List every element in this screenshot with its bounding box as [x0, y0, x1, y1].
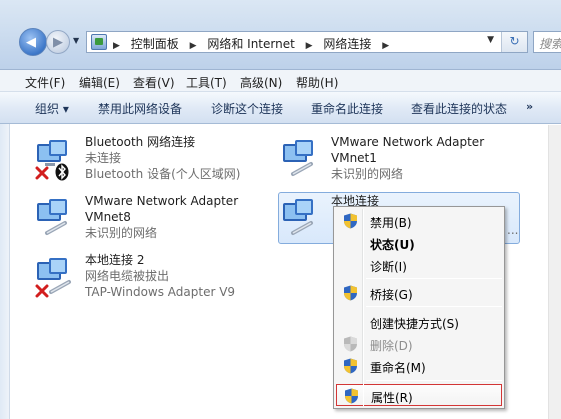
back-arrow-icon: ◀: [26, 35, 36, 50]
connection-item-vmnet8[interactable]: VMware Network Adapter VMnet8 未识别的网络: [33, 193, 283, 245]
refresh-icon: ↻: [509, 34, 520, 48]
menu-item-create-shortcut[interactable]: 创建快捷方式(S): [336, 311, 502, 333]
connection-item-bluetooth[interactable]: Bluetooth 网络连接 未连接 Bluetooth 设备(个人区域网): [33, 134, 283, 186]
explorer-header: ◀ ▶ ▼ ▶ 控制面板 ▶ 网络和 Internet ▶ 网络连接 ▶ ▼ ↻…: [0, 0, 561, 70]
connection-status: 未识别的网络: [85, 226, 158, 240]
more-commands-chevron-icon[interactable]: »: [526, 100, 533, 113]
menu-item-label: 诊断(I): [370, 260, 407, 274]
connection-item-local-area-connection-2[interactable]: 本地连接 2 网络电缆被拔出 TAP-Windows Adapter V9: [33, 252, 283, 304]
connection-text: 本地连接 2 网络电缆被拔出 TAP-Windows Adapter V9: [85, 252, 235, 300]
connection-status: 未识别的网络: [331, 167, 404, 181]
menu-item-label: 重命名(M): [370, 361, 426, 375]
recent-pages-dropdown-icon[interactable]: ▼: [73, 36, 79, 45]
menu-item-rename[interactable]: 重命名(M): [336, 355, 502, 377]
network-adapter-icon: [37, 199, 67, 235]
view-status-button[interactable]: 查看此连接的状态: [411, 100, 507, 117]
menu-item-disable[interactable]: 禁用(B): [336, 210, 502, 232]
connection-name-line2: VMnet8: [85, 210, 131, 224]
menu-item-label: 禁用(B): [370, 216, 412, 230]
breadcrumb-separator-icon[interactable]: ▶: [183, 41, 204, 51]
forward-arrow-icon: ▶: [53, 35, 63, 50]
uac-shield-icon: [344, 213, 357, 229]
connection-status: 未连接: [85, 151, 122, 165]
connection-item-vmnet1[interactable]: VMware Network Adapter VMnet1 未识别的网络: [279, 134, 519, 186]
address-bar[interactable]: ▶ 控制面板 ▶ 网络和 Internet ▶ 网络连接 ▶ ▼ ↻: [86, 31, 528, 53]
menu-edit[interactable]: 编辑(E): [79, 74, 120, 91]
uac-shield-icon: [344, 358, 357, 374]
menu-item-delete[interactable]: 删除(D): [336, 333, 502, 355]
disconnected-x-icon: [35, 284, 49, 298]
breadcrumb: ▶ 控制面板 ▶ 网络和 Internet ▶ 网络连接 ▶: [113, 35, 396, 52]
menu-help[interactable]: 帮助(H): [296, 74, 338, 91]
menu-item-status[interactable]: 状态(U): [336, 232, 502, 254]
navigation-pane-edge: [0, 124, 10, 419]
uac-shield-icon: [345, 388, 358, 404]
connection-device-truncated: ...: [507, 223, 519, 237]
search-placeholder: 搜索: [539, 37, 561, 51]
menu-advanced[interactable]: 高级(N): [240, 74, 282, 91]
disconnected-x-icon: [35, 166, 49, 180]
back-button[interactable]: ◀: [19, 28, 47, 56]
network-adapter-icon: [283, 140, 313, 176]
connection-device: Bluetooth 设备(个人区域网): [85, 167, 241, 181]
connection-status: 网络电缆被拔出: [85, 269, 170, 283]
menu-view[interactable]: 查看(V): [133, 74, 175, 91]
window-right-edge: [548, 125, 561, 419]
network-adapter-icon: [283, 199, 313, 235]
menu-tools[interactable]: 工具(T): [186, 74, 227, 91]
connection-text: Bluetooth 网络连接 未连接 Bluetooth 设备(个人区域网): [85, 134, 240, 182]
menu-item-label: 创建快捷方式(S): [370, 317, 459, 331]
menu-bar: 文件(F) 编辑(E) 查看(V) 工具(T) 高级(N) 帮助(H): [0, 70, 561, 92]
address-history-dropdown-icon[interactable]: ▼: [487, 35, 494, 45]
disable-device-button[interactable]: 禁用此网络设备: [98, 100, 182, 117]
connection-text: VMware Network Adapter VMnet1 未识别的网络: [331, 134, 484, 182]
uac-shield-icon: [344, 336, 357, 352]
context-menu: 禁用(B) 状态(U) 诊断(I) 桥接(G) 创建快捷方式(S) 删除(D): [333, 206, 505, 409]
connection-text: VMware Network Adapter VMnet8 未识别的网络: [85, 193, 238, 241]
menu-file[interactable]: 文件(F): [25, 74, 65, 91]
menu-item-label: 属性(R): [371, 391, 413, 405]
menu-separator: [366, 278, 502, 279]
uac-shield-icon: [344, 285, 357, 301]
menu-item-properties[interactable]: 属性(R): [336, 384, 502, 406]
organize-button[interactable]: 组织 ▾: [35, 100, 69, 117]
menu-item-label: 状态(U): [370, 238, 415, 252]
connection-name-line2: VMnet1: [331, 151, 377, 165]
diagnose-button[interactable]: 诊断这个连接: [211, 100, 283, 117]
command-bar: 组织 ▾ 禁用此网络设备 诊断这个连接 重命名此连接 查看此连接的状态 »: [0, 92, 561, 124]
connection-name: VMware Network Adapter: [331, 135, 485, 149]
bluetooth-icon: [55, 163, 69, 181]
breadcrumb-separator-icon[interactable]: ▶: [299, 41, 320, 51]
breadcrumb-separator-icon[interactable]: ▶: [113, 41, 127, 51]
menu-item-bridge[interactable]: 桥接(G): [336, 282, 502, 304]
refresh-button[interactable]: ↻: [501, 32, 527, 52]
rename-button[interactable]: 重命名此连接: [311, 100, 383, 117]
menu-item-label: 删除(D): [370, 339, 413, 353]
breadcrumb-separator-icon[interactable]: ▶: [375, 41, 396, 51]
menu-separator: [366, 306, 502, 307]
search-input[interactable]: 搜索: [533, 31, 561, 53]
connection-name: VMware Network Adapter: [85, 194, 239, 208]
connection-device: TAP-Windows Adapter V9: [85, 285, 236, 299]
connection-name: 本地连接 2: [85, 253, 145, 267]
connection-name: Bluetooth 网络连接: [85, 135, 196, 149]
breadcrumb-control-panel[interactable]: 控制面板: [131, 37, 179, 51]
breadcrumb-network-internet[interactable]: 网络和 Internet: [207, 37, 294, 51]
forward-button[interactable]: ▶: [46, 30, 70, 54]
menu-item-diagnose[interactable]: 诊断(I): [336, 254, 502, 276]
menu-item-label: 桥接(G): [370, 288, 413, 302]
menu-separator: [366, 380, 502, 381]
breadcrumb-network-connections[interactable]: 网络连接: [323, 37, 371, 51]
control-panel-icon: [91, 34, 107, 50]
